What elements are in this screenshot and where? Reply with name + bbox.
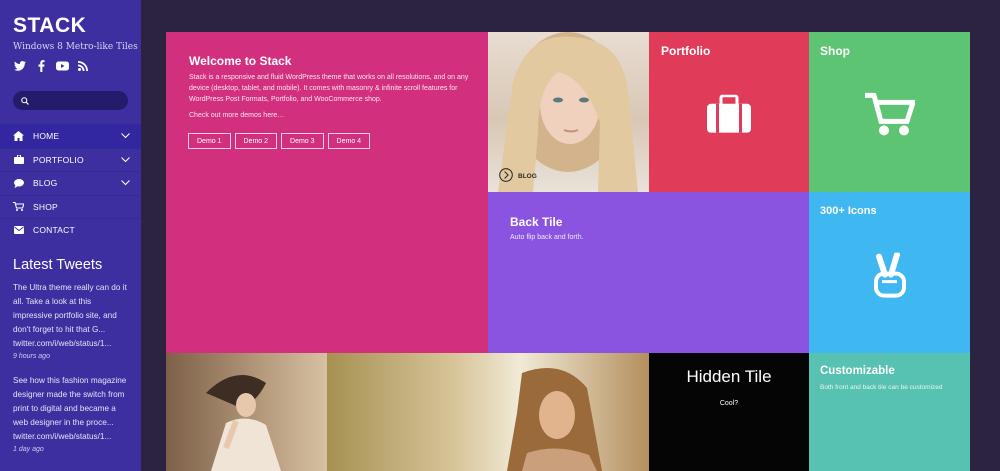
icons-tile[interactable]: 300+ Icons: [809, 192, 970, 353]
tweet-time: 9 hours ago: [13, 353, 50, 360]
portrait-photo-tile[interactable]: [327, 353, 649, 471]
back-tile[interactable]: Back Tile Auto flip back and forth.: [488, 192, 809, 353]
tweet-text: See how this fashion magazine designer m…: [13, 376, 127, 427]
woman-sunlight-image: [507, 368, 602, 471]
more-demos-link[interactable]: Check out more demos here…: [189, 112, 284, 119]
nav-item-blog[interactable]: BLOG: [0, 171, 141, 195]
site-logo[interactable]: STACK: [13, 14, 86, 38]
fashion-model-image: [206, 375, 281, 471]
peace-hand-icon: [873, 251, 907, 303]
demo-1-button[interactable]: Demo 1: [188, 133, 231, 149]
search-icon[interactable]: [21, 92, 29, 110]
demo-buttons: Demo 1 Demo 2 Demo 3 Demo 4: [188, 133, 371, 149]
arrow-circle-icon: [499, 168, 513, 184]
nav-item-home[interactable]: HOME: [0, 124, 141, 148]
search-input[interactable]: [13, 91, 128, 110]
welcome-tile: Welcome to Stack Stack is a responsive a…: [166, 32, 488, 353]
chevron-down-icon[interactable]: [121, 180, 130, 186]
portfolio-title: Portfolio: [661, 44, 711, 58]
demo-4-button[interactable]: Demo 4: [327, 133, 371, 149]
fashion-image-tile[interactable]: [166, 353, 327, 471]
tweet-text: The Ultra theme really can do it all. Ta…: [13, 283, 127, 334]
briefcase-icon: [13, 155, 24, 165]
hidden-tile[interactable]: Hidden Tile Cool?: [649, 353, 809, 471]
social-links: [13, 59, 90, 73]
site-tagline: Windows 8 Metro-like Tiles: [13, 42, 138, 52]
hidden-tile-subtitle: Cool?: [719, 400, 739, 407]
back-tile-title: Back Tile: [510, 215, 563, 229]
cart-icon: [864, 92, 916, 141]
shop-tile[interactable]: Shop: [809, 32, 970, 192]
customizable-title: Customizable: [820, 365, 895, 377]
rss-icon[interactable]: [76, 59, 90, 73]
portfolio-tile[interactable]: Portfolio: [649, 32, 809, 192]
shop-title: Shop: [820, 44, 850, 58]
nav-item-portfolio[interactable]: PORTFOLIO: [0, 147, 141, 172]
icons-title: 300+ Icons: [820, 205, 877, 217]
tweet-item: The Ultra theme really can do it all. Ta…: [13, 281, 131, 363]
nav-label: PORTFOLIO: [33, 154, 84, 165]
nav-item-shop[interactable]: SHOP: [0, 194, 141, 219]
main-nav: HOME PORTFOLIO BLOG SHOP CONTACT: [0, 124, 141, 242]
chat-icon: [13, 178, 24, 188]
nav-label: SHOP: [33, 201, 58, 212]
nav-item-contact[interactable]: CONTACT: [0, 218, 141, 242]
nav-label: BLOG: [33, 178, 58, 189]
back-tile-subtitle: Auto flip back and forth.: [510, 234, 584, 241]
welcome-description: Stack is a responsive and fluid WordPres…: [189, 74, 469, 103]
envelope-icon: [13, 226, 24, 235]
blog-tile[interactable]: BLOG: [488, 32, 649, 192]
nav-label: HOME: [33, 131, 60, 142]
facebook-icon[interactable]: [34, 59, 48, 73]
tweet-link[interactable]: twitter.com/i/web/status/1...: [13, 337, 131, 351]
chevron-down-icon[interactable]: [121, 133, 130, 139]
home-icon: [13, 131, 24, 142]
tweet-link[interactable]: twitter.com/i/web/status/1...: [13, 430, 131, 444]
welcome-title: Welcome to Stack: [189, 54, 292, 68]
demo-3-button[interactable]: Demo 3: [281, 133, 324, 149]
cart-icon: [13, 202, 24, 212]
blog-label-text: BLOG: [518, 172, 537, 180]
tweet-item: See how this fashion magazine designer m…: [13, 374, 131, 456]
briefcase-icon: [707, 94, 751, 138]
hidden-tile-title: Hidden Tile: [686, 367, 772, 386]
tile-grid: Welcome to Stack Stack is a responsive a…: [166, 32, 970, 471]
customizable-subtitle: Both front and back tile can be customiz…: [820, 384, 943, 391]
chevron-down-icon[interactable]: [121, 156, 130, 163]
tweet-time: 1 day ago: [13, 446, 44, 453]
twitter-icon[interactable]: [13, 59, 27, 73]
blog-label: BLOG: [499, 168, 537, 184]
demo-2-button[interactable]: Demo 2: [234, 133, 278, 149]
latest-tweets-heading: Latest Tweets: [13, 257, 103, 273]
youtube-icon[interactable]: [55, 59, 69, 73]
nav-label: CONTACT: [33, 225, 75, 236]
sidebar: STACK Windows 8 Metro-like Tiles HOME PO…: [0, 0, 141, 471]
customizable-tile[interactable]: Customizable Both front and back tile ca…: [809, 353, 970, 471]
